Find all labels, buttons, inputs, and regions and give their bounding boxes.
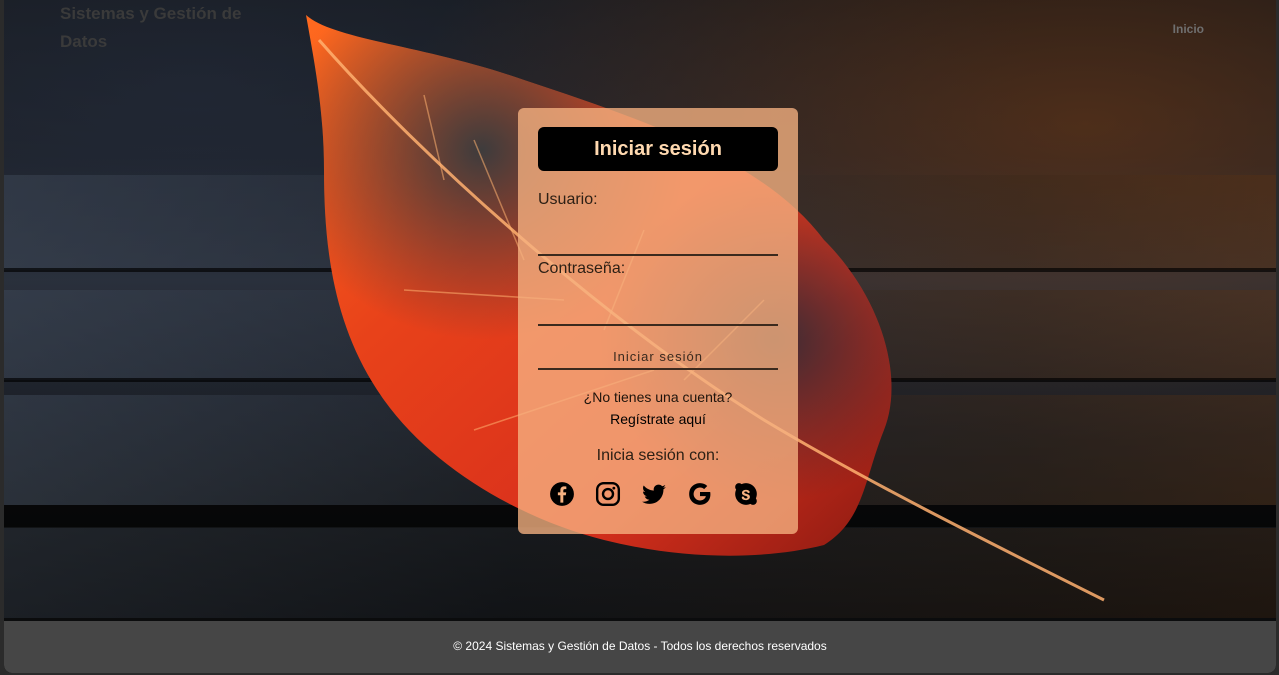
register-link[interactable]: Regístrate aquí [518,411,798,427]
login-submit-button[interactable]: Iniciar sesión [538,344,778,370]
password-label: Contraseña: [538,260,626,277]
login-card: Iniciar sesión Usuario: Contraseña: Inic… [518,108,798,534]
no-account-text: ¿No tienes una cuenta? [583,389,733,405]
username-label: Usuario: [538,191,598,208]
password-input[interactable] [538,300,778,326]
login-title: Iniciar sesión [538,127,778,171]
skype-icon[interactable] [733,481,759,507]
footer: © 2024 Sistemas y Gestión de Datos - Tod… [4,621,1276,673]
google-icon[interactable] [687,481,713,507]
instagram-icon[interactable] [595,481,621,507]
facebook-icon[interactable] [549,481,575,507]
social-login-icons [549,481,759,507]
social-login-label: Inicia sesión con: [596,447,720,464]
browser-page: Sistemas y Gestión de Datos Inicio Inici… [4,0,1276,673]
nav-home-link[interactable]: Inicio [1173,22,1204,36]
site-title: Sistemas y Gestión de Datos [60,4,242,51]
footer-copyright: © 2024 Sistemas y Gestión de Datos - Tod… [453,639,827,653]
username-input[interactable] [538,230,778,256]
twitter-icon[interactable] [641,481,667,507]
